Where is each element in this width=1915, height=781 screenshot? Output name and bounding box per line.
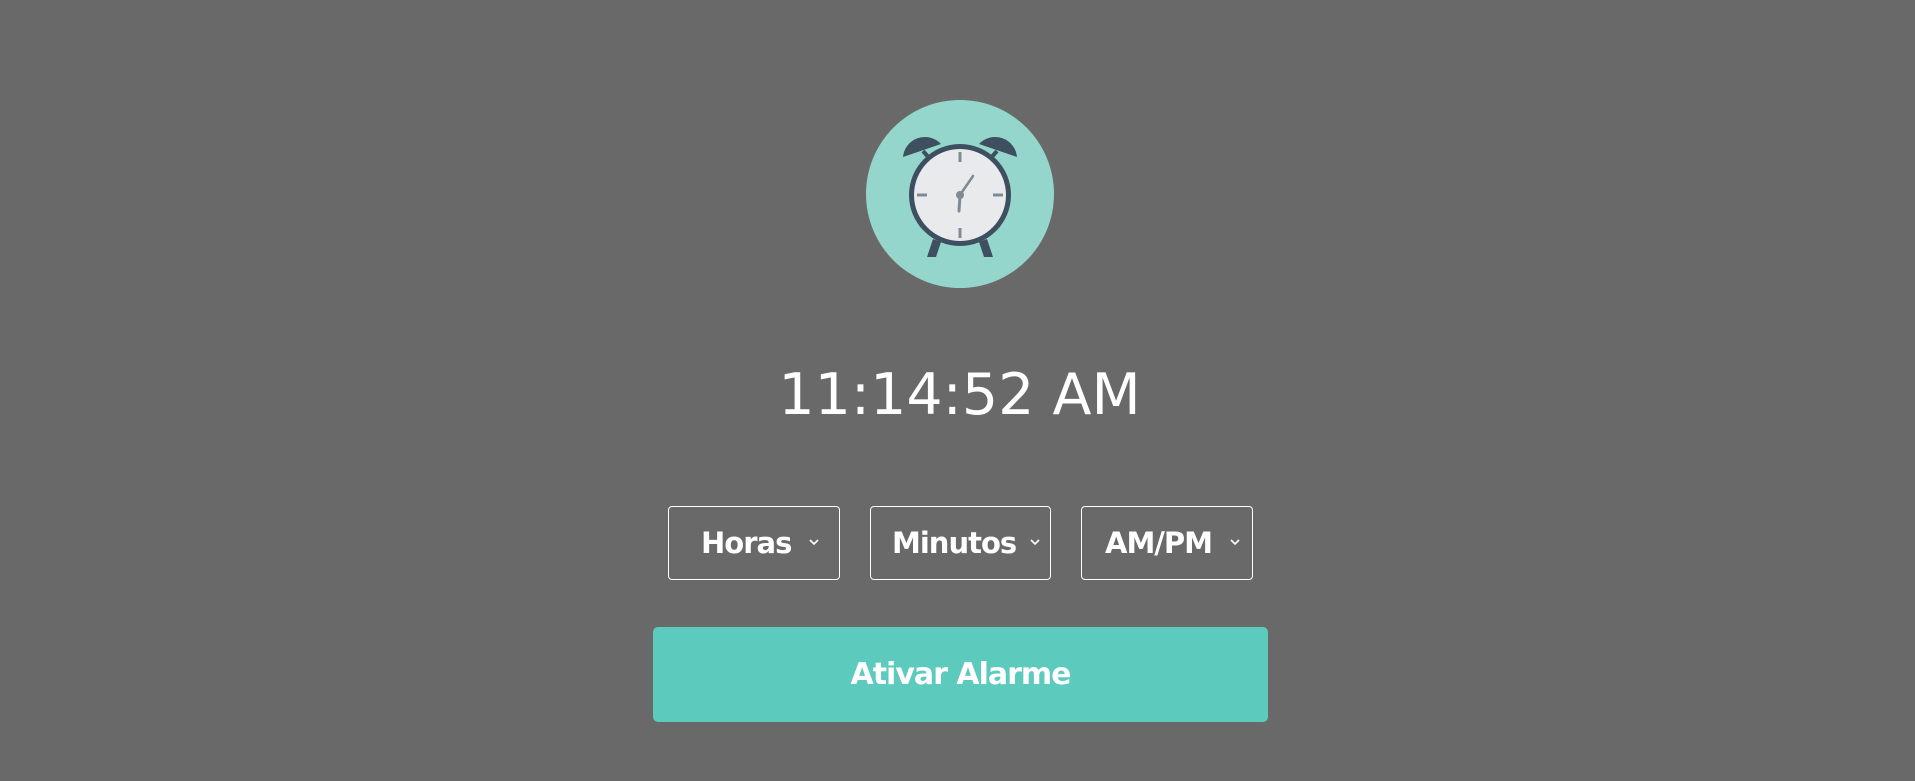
alarm-clock-icon [865, 99, 1055, 289]
alarm-time-selectors: Horas Minutos AM/PM [0, 506, 1915, 582]
minutes-select-value: Minutos [892, 526, 1017, 560]
chevron-down-icon [1230, 539, 1240, 546]
activate-alarm-button[interactable]: Ativar Alarme [653, 627, 1268, 722]
minutes-select[interactable]: Minutos [870, 506, 1051, 580]
hours-select-value: Horas [701, 526, 792, 560]
ampm-select[interactable]: AM/PM [1081, 506, 1253, 580]
chevron-down-icon [1030, 539, 1040, 546]
hours-select[interactable]: Horas [668, 506, 840, 580]
current-time: 11:14:52 AM [778, 362, 1141, 428]
alarm-page: 11:14:52 AM Horas Minutos AM/PM Ativar A… [0, 0, 1915, 781]
chevron-down-icon [809, 539, 819, 546]
ampm-select-value: AM/PM [1105, 526, 1213, 560]
